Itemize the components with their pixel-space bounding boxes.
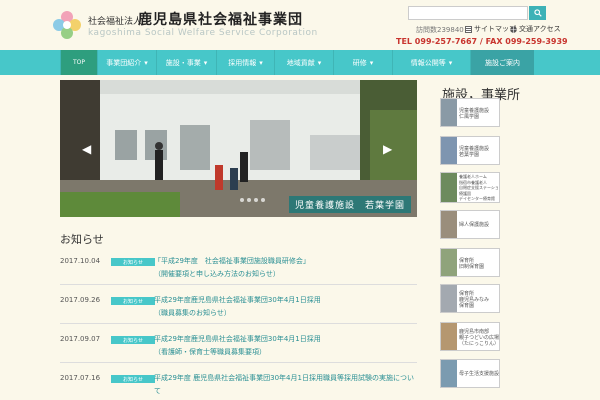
news-item[interactable]: 2017.07.16 お知らせ 平成29年度 鹿児島県社会福祉事業団30年4月1… [60,372,417,400]
chevron-down-icon: ▾ [203,58,208,67]
visitor-counter: 訪問数239840 [416,26,464,34]
org-name[interactable]: 鹿児島県社会福祉事業団 [138,9,303,29]
facility-card[interactable]: 婦人保護施設 [440,210,500,239]
facility-label: 児童養護施設 若葉学園 [459,146,490,158]
slider-dot[interactable] [254,198,258,202]
tel-fax: TEL 099-257-7667 / FAX 099-259-3939 [396,37,568,46]
chevron-down-icon: ▾ [259,58,263,67]
news-link[interactable]: 「平成29年度 社会福祉事業団施設職員研修会」 （開催要項と申し込み方法のお知ら… [154,255,310,281]
facility-label: 児童養護施設 仁風学園 [459,108,490,120]
logo-icon[interactable] [50,8,84,42]
news-date: 2017.09.07 [60,335,101,343]
nav-top[interactable]: TOP [60,50,97,75]
search-button[interactable] [529,6,546,20]
facility-label: 母子生活支援施設 [459,371,500,377]
nav-item-community[interactable]: 地域貢献 ▾ [274,50,333,75]
access-label: 交通アクセス [519,25,561,33]
nav-item-guide[interactable]: 施設ご案内 [470,50,534,75]
facility-card[interactable]: 保育所 旧制保育園 [440,248,500,277]
main-nav: TOP 事業団紹介 ▾ 施設・事業 ▾ 採用情報 ▾ 地域貢献 ▾ 研修 ▾ 情報公開等 ▾… [0,50,600,75]
sitemap-icon [465,25,472,33]
news-date: 2017.09.26 [60,296,101,304]
facility-label: 養護老人ホーム 指宿市養護老人 自閉症支援ステーション 療護園 デイセンター療育… [459,174,500,202]
globe-icon [510,25,517,33]
nav-top-label: TOP [72,59,85,66]
prev-arrow-icon[interactable]: ◀ [82,142,91,156]
nav-item-disclosure[interactable]: 情報公開等 ▾ [392,50,470,75]
chevron-down-icon: ▾ [317,58,322,67]
nav-label: 地域貢献 [286,58,315,67]
news-item[interactable]: 2017.10.04 お知らせ 「平成29年度 社会福祉事業団施設職員研修会」 … [60,255,417,285]
facility-card[interactable]: 鹿児島市南部 親子つどいの広場 （たにっこりん） [440,322,500,351]
org-english-name: kagoshima Social Welfare Service Corpora… [88,28,318,38]
news-link[interactable]: 平成29年度鹿児島県社会福祉事業団30年4月1日採用 （看護師・保育士等職員募集… [154,333,321,359]
nav-item-recruit[interactable]: 採用情報 ▾ [216,50,274,75]
facility-card[interactable]: 保育所 鹿児島みなみ 保育園 [440,284,500,313]
facility-card[interactable]: 母子生活支援施設 [440,359,500,388]
chevron-down-icon: ▾ [144,58,148,67]
nav-label: 研修 [352,58,367,67]
news-item[interactable]: 2017.09.26 お知らせ 平成29年度鹿児島県社会福祉事業団30年4月1日… [60,294,417,324]
slider-dot[interactable] [247,198,251,202]
news-link[interactable]: 平成29年度鹿児島県社会福祉事業団30年4月1日採用 （職員募集のお知らせ） [154,294,321,320]
facility-label: 婦人保護施設 [459,222,490,228]
next-arrow-icon[interactable]: ▶ [383,142,392,156]
slider-dot[interactable] [240,198,244,202]
facility-label: 保育所 旧制保育園 [459,258,485,270]
org-prefix: 社会福祉法人 [88,17,143,27]
slider-dot[interactable] [261,198,265,202]
news-heading: お知らせ [60,233,104,246]
chevron-down-icon: ▾ [369,58,374,67]
nav-item-about[interactable]: 事業団紹介 ▾ [97,50,156,75]
hero-slider[interactable]: ◀ ▶ 児童養護施設 若葉学園 [60,80,417,217]
nav-label: 施設ご案内 [485,58,520,67]
nav-label: 事業団紹介 [106,58,142,67]
access-link[interactable]: 交通アクセス [510,24,561,34]
news-category-badge: お知らせ [111,336,155,344]
news-category-badge: お知らせ [111,258,155,266]
news-category-badge: お知らせ [111,375,155,383]
facility-label: 保育所 鹿児島みなみ 保育園 [459,291,490,309]
news-link[interactable]: 平成29年度 鹿児島県社会福祉事業団30年4月1日採用職員等採用試験の実施につい… [154,372,417,398]
news-category-badge: お知らせ [111,297,155,305]
site-header: 社会福祉法人 鹿児島県社会福祉事業団 kagoshima Social Welf… [0,0,600,50]
sitemap-link[interactable]: サイトマップ [465,24,516,34]
search-icon [533,9,542,17]
facility-card[interactable]: 児童養護施設 若葉学園 [440,136,500,165]
news-date: 2017.10.04 [60,257,101,265]
nav-item-facilities[interactable]: 施設・事業 ▾ [156,50,216,75]
news-date: 2017.07.16 [60,374,101,382]
search-input[interactable] [408,6,528,20]
nav-label: 施設・事業 [165,58,201,67]
facility-card[interactable]: 養護老人ホーム 指宿市養護老人 自閉症支援ステーション 療護園 デイセンター療育… [440,172,500,203]
hero-caption: 児童養護施設 若葉学園 [289,196,412,213]
chevron-down-icon: ▾ [448,58,453,67]
news-item[interactable]: 2017.09.07 お知らせ 平成29年度鹿児島県社会福祉事業団30年4月1日… [60,333,417,363]
slider-dots [240,198,265,202]
nav-item-training[interactable]: 研修 ▾ [333,50,392,75]
nav-label: 情報公開等 [410,58,446,67]
nav-label: 採用情報 [228,58,257,67]
facility-card[interactable]: 児童養護施設 仁風学園 [440,98,500,127]
facility-label: 鹿児島市南部 親子つどいの広場 （たにっこりん） [459,329,500,347]
